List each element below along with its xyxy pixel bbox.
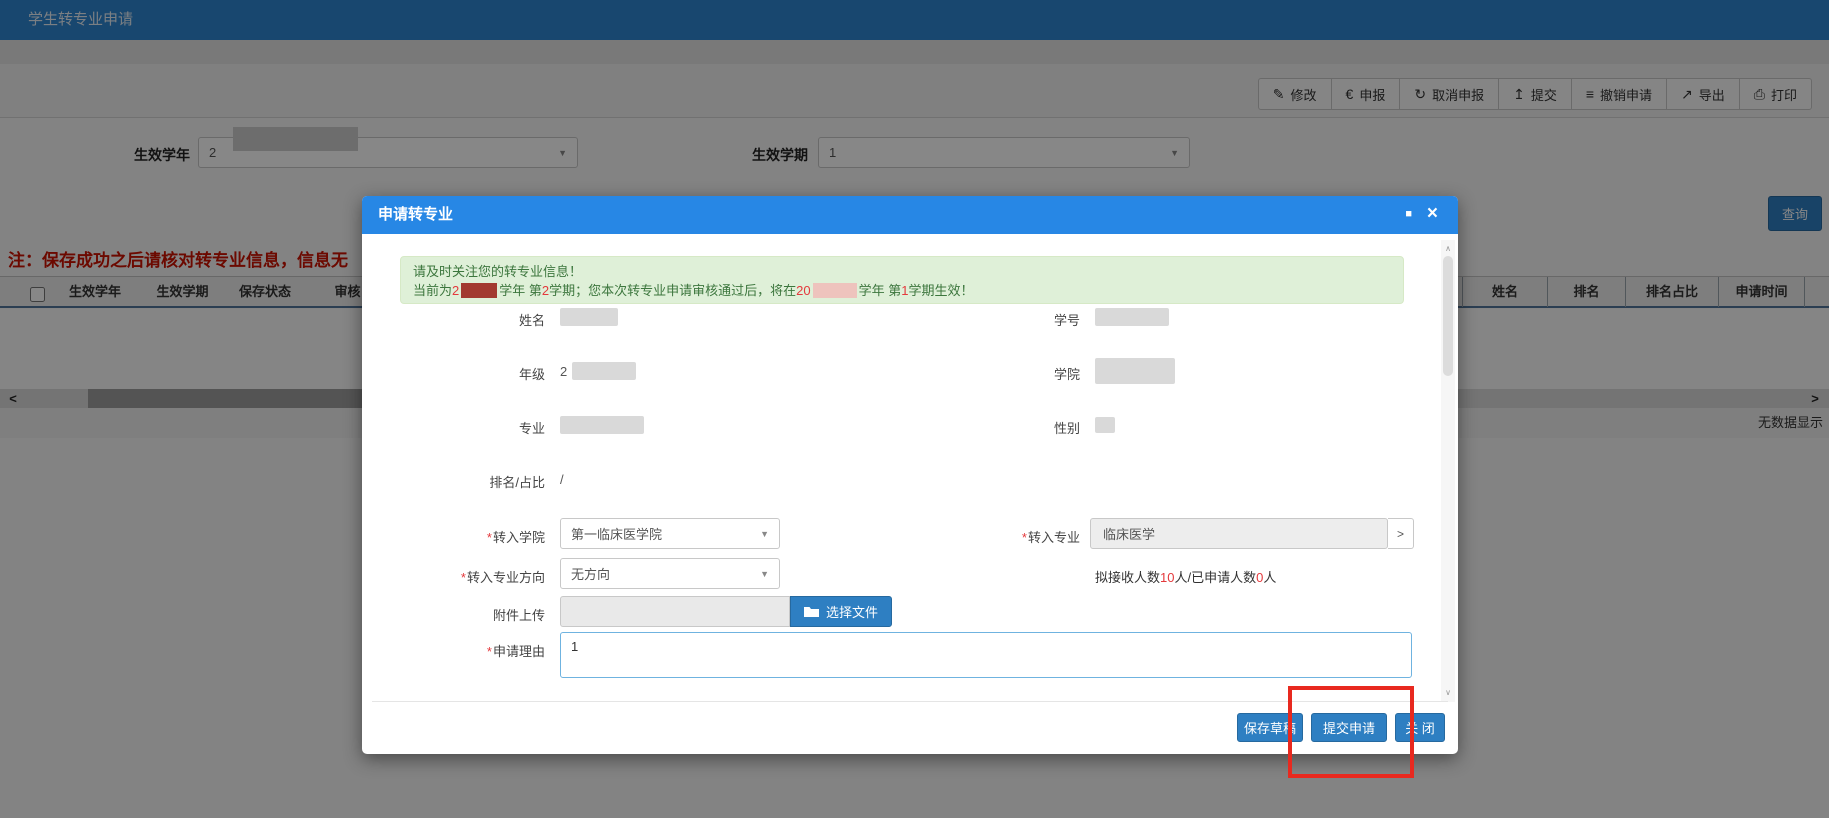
folder-icon — [804, 606, 819, 618]
to-college-label: *转入学院 — [400, 527, 545, 546]
alert-text: 学期；您本次转专业申请审核通过后，将在 — [549, 283, 796, 298]
reason-textarea[interactable]: 1 — [560, 632, 1412, 678]
rank-ratio-label: 排名/占比 — [400, 472, 545, 491]
to-major-input[interactable]: 临床医学 — [1090, 518, 1388, 549]
quota-text: 拟接收人数10人/已申请人数0人 — [1095, 567, 1276, 586]
grade-value: 2 — [560, 364, 567, 379]
modal-footer-divider — [372, 701, 1448, 702]
chevron-down-icon: ▼ — [760, 529, 769, 539]
alert-text: 学期生效！ — [908, 283, 973, 298]
to-direction-label: *转入专业方向 — [400, 567, 545, 586]
alert-text: 当前为 — [413, 283, 452, 298]
student-id-value-redacted — [1095, 308, 1169, 326]
quota-accept-number: 10 — [1160, 570, 1174, 585]
attachment-file-input[interactable] — [560, 596, 790, 627]
major-label: 专业 — [400, 418, 545, 437]
required-mark: * — [461, 570, 466, 585]
redaction-box — [461, 283, 497, 298]
name-value-redacted — [560, 308, 618, 326]
modal-header — [362, 196, 1458, 234]
modal-title: 申请转专业 — [378, 196, 453, 234]
required-mark: * — [487, 530, 492, 545]
reason-label: *申请理由 — [400, 641, 545, 660]
required-mark: * — [487, 644, 492, 659]
college-label: 学院 — [962, 364, 1080, 383]
name-label: 姓名 — [400, 310, 545, 329]
to-major-value: 临床医学 — [1103, 524, 1155, 543]
maximize-icon[interactable]: ■ — [1405, 209, 1412, 220]
close-icon[interactable]: × — [1427, 204, 1438, 223]
chevron-down-icon: ▼ — [760, 569, 769, 579]
modal-scrollbar-thumb[interactable] — [1443, 256, 1453, 376]
required-mark: * — [1022, 530, 1027, 545]
grade-value-redacted — [572, 362, 636, 380]
alert-line1: 请及时关注您的转专业信息！ — [413, 262, 1391, 281]
alert-text: 学年 第 — [859, 283, 902, 298]
to-college-value: 第一临床医学院 — [571, 524, 662, 543]
choose-file-button[interactable]: 选择文件 — [790, 596, 892, 627]
alert-line2: 当前为2学年 第2学期；您本次转专业申请审核通过后，将在20学年 第1学期生效！ — [413, 281, 1391, 300]
alert-number: 2 — [452, 283, 459, 298]
alert-number: 20 — [796, 283, 810, 298]
to-major-picker-button[interactable]: > — [1388, 518, 1414, 549]
scroll-up-arrow-icon[interactable]: ∧ — [1441, 244, 1455, 253]
to-direction-value: 无方向 — [571, 564, 610, 583]
to-college-select[interactable]: 第一临床医学院 ▼ — [560, 518, 780, 549]
student-id-label: 学号 — [962, 310, 1080, 329]
rank-ratio-value: / — [560, 472, 564, 487]
major-value-redacted — [560, 416, 644, 434]
gender-label: 性别 — [962, 418, 1080, 437]
app-screen: 学生转专业申请 ✎ 修改 € 申报 ↻ 取消申报 ↥ 提交 ≡ 撤销申请 ↗ 导… — [0, 0, 1829, 818]
gender-value-redacted — [1095, 417, 1115, 433]
info-alert: 请及时关注您的转专业信息！ 当前为2学年 第2学期；您本次转专业申请审核通过后，… — [400, 256, 1404, 304]
transfer-application-modal: 申请转专业 ■ × 请及时关注您的转专业信息！ 当前为2学年 第2学期；您本次转… — [362, 196, 1458, 754]
grade-label: 年级 — [400, 364, 545, 383]
college-value-redacted — [1095, 358, 1175, 384]
to-direction-select[interactable]: 无方向 ▼ — [560, 558, 780, 589]
alert-text: 学年 第 — [499, 283, 542, 298]
redaction-box — [813, 283, 857, 298]
scroll-down-arrow-icon[interactable]: ∨ — [1441, 688, 1455, 697]
choose-file-label: 选择文件 — [826, 602, 878, 621]
annotation-highlight-rectangle — [1288, 686, 1414, 778]
to-major-label: *转入专业 — [922, 527, 1080, 546]
attachment-label: 附件上传 — [400, 605, 545, 624]
